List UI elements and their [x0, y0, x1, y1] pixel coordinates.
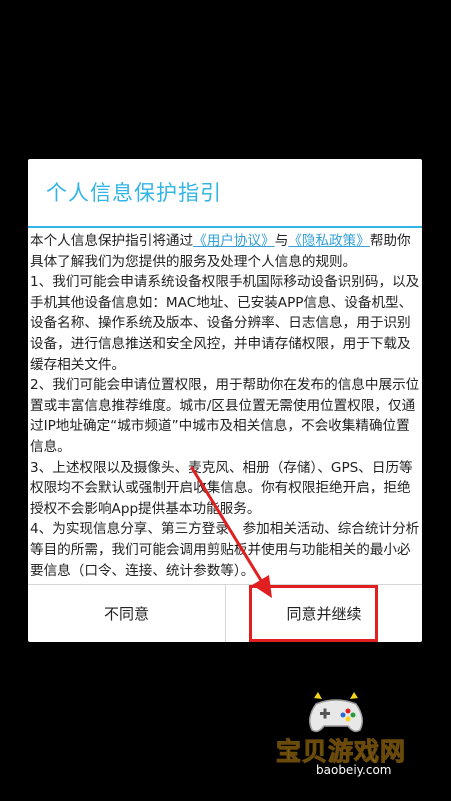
intro-text-pre: 本个人信息保护指引将通过	[30, 233, 194, 249]
disagree-button[interactable]: 不同意	[28, 585, 225, 642]
intro-text-and: 与	[274, 233, 289, 249]
agree-continue-button[interactable]: 同意并继续	[226, 585, 422, 642]
title-divider	[28, 226, 422, 228]
dialog-body[interactable]: 本个人信息保护指引将通过《用户协议》与《隐私政策》帮助你具体了解我们为您提供的服…	[30, 231, 420, 583]
watermark-domain: baobeiy.com	[316, 763, 392, 777]
privacy-policy-link[interactable]: 《隐私政策》	[288, 233, 370, 249]
gamepad-logo-icon	[309, 692, 363, 733]
intro-paragraph: 本个人信息保护指引将通过《用户协议》与《隐私政策》帮助你具体了解我们为您提供的服…	[30, 231, 420, 272]
permission-paragraph-2: 2、我们可能会申请位置权限，用于帮助你在发布的信息中展示位置或丰富信息推荐维度。…	[30, 377, 420, 455]
permission-paragraph-1: 1、我们可能会申请系统设备权限手机国际移动设备识别码，以及手机其他设备信息如：M…	[30, 274, 420, 373]
user-agreement-link[interactable]: 《用户协议》	[193, 233, 275, 249]
permission-paragraph-3: 3、上述权限以及摄像头、麦克风、相册（存储）、GPS、日历等权限均不会默认或强制…	[30, 459, 413, 517]
privacy-dialog: 个人信息保护指引 本个人信息保护指引将通过《用户协议》与《隐私政策》帮助你具体了…	[28, 159, 422, 642]
permission-paragraph-4: 4、为实现信息分享、第三方登录、参加相关活动、综合统计分析等目的所需，我们可能会…	[30, 521, 420, 579]
screen: 个人信息保护指引 本个人信息保护指引将通过《用户协议》与《隐私政策》帮助你具体了…	[0, 0, 451, 801]
dialog-title: 个人信息保护指引	[46, 181, 222, 205]
watermark: 宝贝游戏网 baobeiy.com	[275, 690, 436, 790]
